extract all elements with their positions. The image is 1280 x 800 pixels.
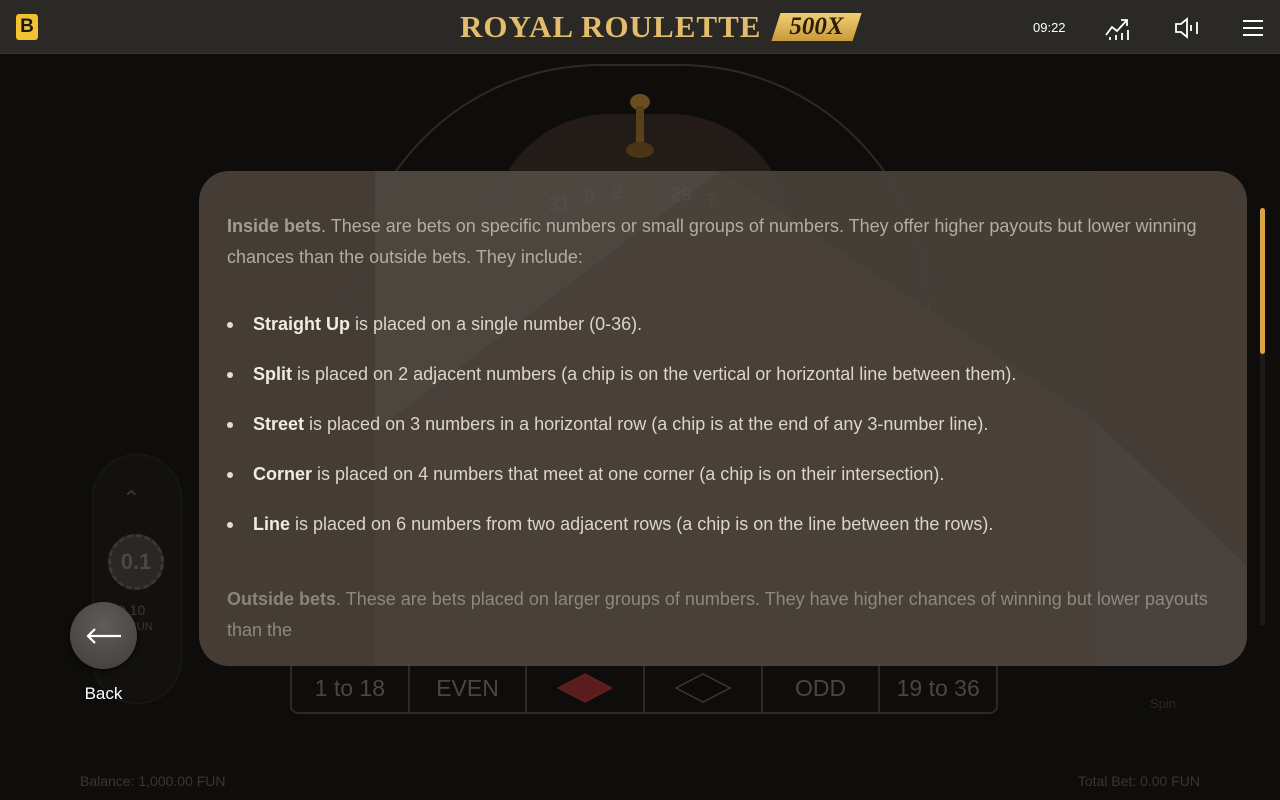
list-item: Corner is placed on 4 numbers that meet … (227, 459, 1212, 490)
outside-bets-text: . These are bets placed on larger groups… (227, 589, 1208, 640)
total-bet: Total Bet: 0.00 FUN (1077, 773, 1200, 789)
inside-bets-title: Inside bets (227, 216, 322, 236)
list-item: Street is placed on 3 numbers in a horiz… (227, 409, 1212, 440)
bullet-icon (227, 372, 233, 378)
rules-scrollbar-thumb[interactable] (1260, 208, 1265, 354)
bet-description: is placed on 2 adjacent numbers (a chip … (292, 364, 1017, 384)
inside-bets-paragraph: Inside bets. These are bets on specific … (227, 211, 1212, 273)
bullet-icon (227, 472, 233, 478)
wheel-spindle-icon (626, 94, 654, 158)
rules-content: Inside bets. These are bets on specific … (227, 211, 1212, 646)
inside-bets-text: . These are bets on specific numbers or … (227, 216, 1197, 267)
list-item: Split is placed on 2 adjacent numbers (a… (227, 359, 1212, 390)
bullet-icon (227, 522, 233, 528)
bet-term: Line (253, 514, 291, 534)
arrow-left-icon (85, 627, 121, 644)
chip[interactable]: 0.1 (108, 534, 164, 590)
menu-icon[interactable] (1239, 14, 1267, 42)
game-title-text: ROYAL ROULETTE (460, 9, 762, 44)
list-item: Line is placed on 6 numbers from two adj… (227, 509, 1212, 540)
list-item: Straight Up is placed on a single number… (227, 309, 1212, 340)
bet-description: is placed on 6 numbers from two adjacent… (290, 514, 994, 534)
bet-red[interactable] (527, 664, 646, 712)
bet-term: Straight Up (253, 314, 350, 334)
bet-term: Split (253, 364, 292, 384)
bet-even[interactable]: EVEN (410, 664, 528, 712)
sound-icon[interactable] (1173, 14, 1201, 42)
bet-odd[interactable]: ODD (763, 664, 881, 712)
rules-panel[interactable]: Inside bets. These are bets on specific … (199, 171, 1247, 666)
bet-description: is placed on a single number (0-36). (350, 314, 643, 334)
chevron-up-icon[interactable]: ⌃ (122, 486, 140, 512)
bullet-icon (227, 422, 233, 428)
rules-scrollbar[interactable] (1260, 208, 1265, 626)
top-bar: B ROYAL ROULETTE 500X 09:22 (0, 0, 1280, 54)
back-button[interactable] (70, 602, 137, 669)
game-title: ROYAL ROULETTE 500X (460, 9, 862, 44)
brand-logo[interactable]: B (16, 14, 38, 40)
bet-term: Street (253, 414, 305, 434)
stats-icon[interactable] (1103, 14, 1131, 42)
bet-description: is placed on 4 numbers that meet at one … (312, 464, 945, 484)
bet-1-to-18[interactable]: 1 to 18 (292, 664, 410, 712)
outside-bets-title: Outside bets (227, 589, 337, 609)
spin-label: Spin (1150, 696, 1177, 711)
bet-description: is placed on 3 numbers in a horizontal r… (304, 414, 989, 434)
bet-term: Corner (253, 464, 313, 484)
bet-19-to-36[interactable]: 19 to 36 (880, 664, 996, 712)
back-label[interactable]: Back (70, 684, 137, 704)
balance: Balance: 1,000.00 FUN (80, 773, 226, 789)
outside-bets-row: 1 to 18 EVEN ODD 19 to 36 (290, 664, 998, 714)
clock: 09:22 (1033, 20, 1066, 35)
bet-black[interactable] (645, 664, 763, 712)
black-diamond-icon (674, 673, 731, 703)
game-title-badge: 500X (771, 13, 862, 41)
bullet-icon (227, 322, 233, 328)
inside-bets-list: Straight Up is placed on a single number… (227, 309, 1212, 540)
outside-bets-paragraph: Outside bets. These are bets placed on l… (227, 584, 1212, 646)
red-diamond-icon (557, 673, 614, 703)
